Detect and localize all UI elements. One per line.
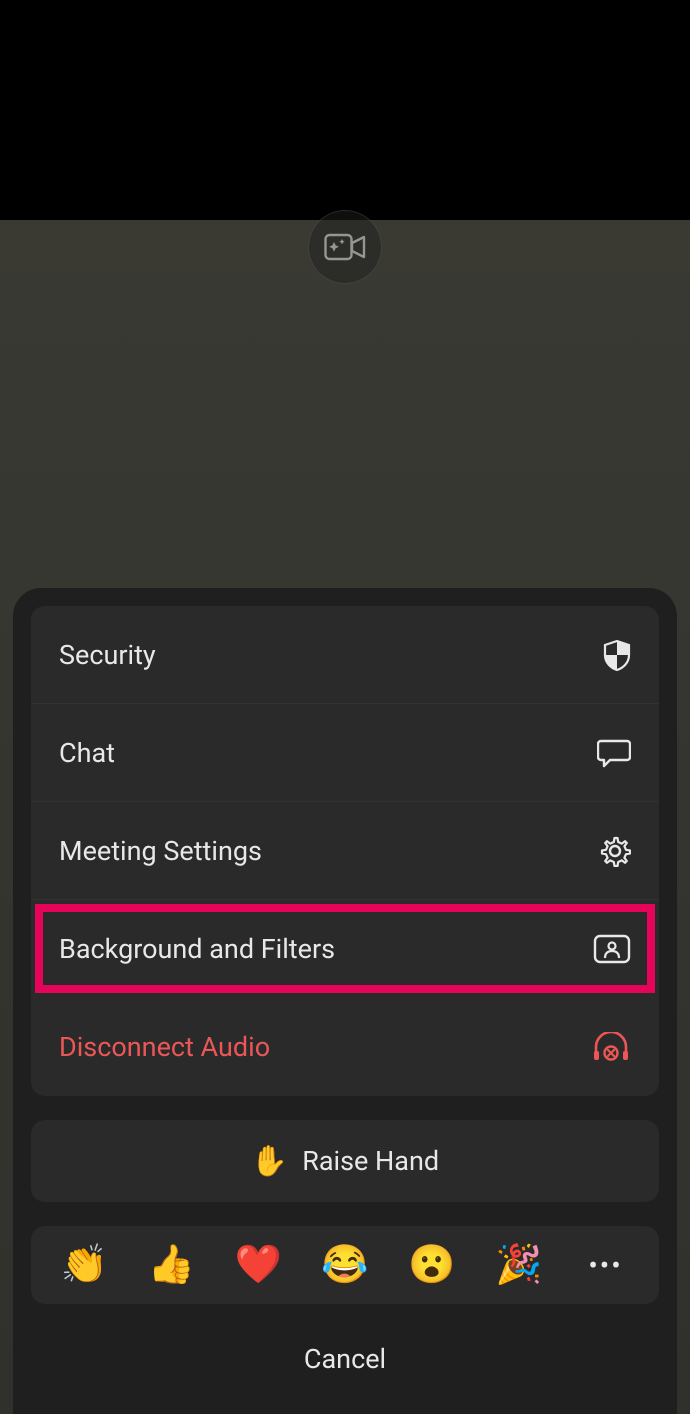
- raise-hand-button[interactable]: ✋ Raise Hand: [31, 1120, 659, 1202]
- bottom-sheet: Security Chat Meeting: [13, 588, 677, 1414]
- background-person-icon: [593, 934, 631, 964]
- chat-icon: [597, 738, 631, 768]
- reaction-heart[interactable]: ❤️: [230, 1246, 286, 1284]
- menu-item-disconnect-audio[interactable]: Disconnect Audio: [31, 998, 659, 1096]
- reaction-clap[interactable]: 👏: [56, 1246, 112, 1284]
- screen: Security Chat Meeting: [0, 0, 690, 1414]
- reaction-open-mouth[interactable]: 😮: [404, 1246, 460, 1284]
- headphones-x-icon: [591, 1032, 631, 1062]
- menu-list: Security Chat Meeting: [31, 606, 659, 1096]
- camera-effects-button[interactable]: [308, 210, 382, 284]
- reactions-more-button[interactable]: •••: [577, 1249, 633, 1282]
- menu-label: Background and Filters: [59, 933, 335, 965]
- menu-label: Chat: [59, 737, 115, 769]
- menu-item-chat[interactable]: Chat: [31, 704, 659, 802]
- menu-item-security[interactable]: Security: [31, 606, 659, 704]
- menu-label: Security: [59, 639, 156, 671]
- menu-label: Disconnect Audio: [59, 1031, 270, 1063]
- shield-icon: [603, 639, 631, 671]
- top-black-bar: [0, 0, 690, 220]
- camera-sparkle-icon: [324, 230, 366, 264]
- raise-hand-label: Raise Hand: [302, 1145, 439, 1177]
- reaction-joy[interactable]: 😂: [317, 1246, 373, 1284]
- cancel-label: Cancel: [304, 1343, 386, 1375]
- reaction-tada[interactable]: 🎉: [491, 1246, 547, 1284]
- gear-icon: [599, 835, 631, 867]
- menu-item-meeting-settings[interactable]: Meeting Settings: [31, 802, 659, 900]
- cancel-button[interactable]: Cancel: [31, 1324, 659, 1394]
- menu-label: Meeting Settings: [59, 835, 262, 867]
- reactions-bar: 👏 👍 ❤️ 😂 😮 🎉 •••: [31, 1226, 659, 1304]
- raise-hand-emoji: ✋: [251, 1144, 288, 1179]
- reaction-thumbs-up[interactable]: 👍: [143, 1246, 199, 1284]
- menu-item-background-filters[interactable]: Background and Filters: [31, 900, 659, 998]
